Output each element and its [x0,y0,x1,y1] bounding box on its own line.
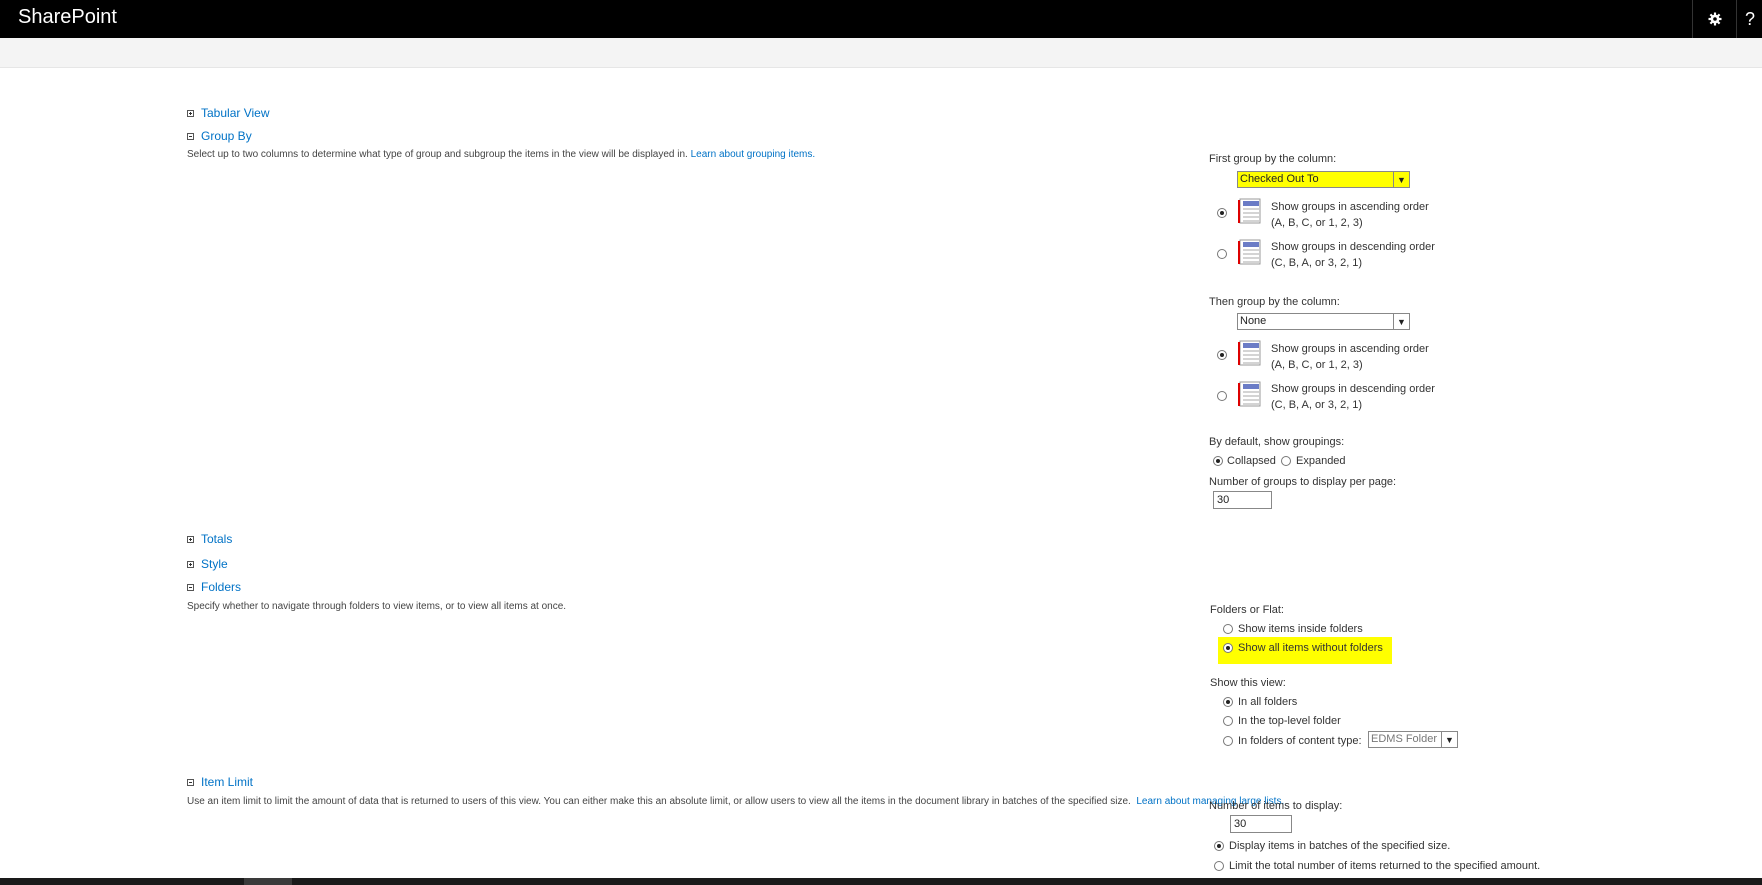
section-group-by[interactable]: Group By [187,129,252,143]
select-value: Checked Out To [1240,173,1319,185]
collapsed-radio[interactable] [1213,456,1223,466]
items-to-display-label: Number of items to display: [1209,800,1343,812]
limit-total-label: Limit the total number of items returned… [1229,860,1541,872]
section-item-limit[interactable]: Item Limit [187,775,253,789]
expand-icon [187,560,194,568]
groups-per-page-input[interactable]: 30 [1213,491,1272,509]
show-inside-folders-label: Show items inside folders [1238,623,1363,635]
show-this-view-label: Show this view: [1210,677,1286,689]
section-label: Item Limit [201,775,254,789]
then-group-label: Then group by the column: [1209,296,1340,308]
content-type-select[interactable]: EDMS Folder ▼ [1368,731,1458,748]
sort-ascending-icon [1238,198,1261,224]
content-type-radio[interactable] [1223,736,1233,746]
section-label: Group By [201,129,252,143]
chevron-down-icon: ▼ [1393,172,1409,187]
collapse-icon [187,778,194,786]
show-without-folders-label: Show all items without folders [1238,642,1383,654]
chevron-down-icon: ▼ [1441,732,1457,747]
sort-descending-icon [1238,381,1261,407]
gear-icon [1708,12,1722,26]
then-desc-radio[interactable] [1217,391,1227,401]
items-to-display-input[interactable]: 30 [1230,815,1292,833]
show-without-folders-radio[interactable] [1223,643,1233,653]
top-level-folder-radio[interactable] [1223,716,1233,726]
learn-grouping-link[interactable]: Learn about grouping items. [691,149,816,160]
section-tabular-view[interactable]: Tabular View [187,106,269,120]
select-value: None [1240,315,1267,327]
first-group-select[interactable]: Checked Out To ▼ [1237,171,1410,188]
then-group-select[interactable]: None ▼ [1237,313,1410,330]
batches-radio[interactable] [1214,841,1224,851]
limit-total-radio[interactable] [1214,861,1224,871]
collapsed-label: Collapsed [1227,455,1276,467]
in-all-folders-radio[interactable] [1223,697,1233,707]
suite-bar: SharePoint ? [0,0,1762,38]
first-asc-radio[interactable] [1217,208,1227,218]
bottom-bar [0,878,1762,885]
section-folders[interactable]: Folders [187,580,241,594]
item-limit-description: Use an item limit to limit the amount of… [187,796,1285,807]
show-inside-folders-radio[interactable] [1223,624,1233,634]
first-group-label: First group by the column: [1209,153,1337,165]
folders-flat-label: Folders or Flat: [1210,604,1284,616]
then-asc-label: Show groups in ascending order (A, B, C,… [1271,343,1429,371]
collapse-icon [187,132,194,140]
expanded-radio[interactable] [1281,456,1291,466]
section-style[interactable]: Style [187,557,228,571]
then-asc-radio[interactable] [1217,350,1227,360]
help-button[interactable]: ? [1736,0,1762,38]
section-label: Tabular View [201,106,270,120]
section-totals[interactable]: Totals [187,532,232,546]
first-asc-label: Show groups in ascending order (A, B, C,… [1271,201,1429,229]
in-all-folders-label: In all folders [1238,696,1298,708]
groups-per-page-label: Number of groups to display per page: [1209,476,1397,488]
group-by-description: Select up to two columns to determine wh… [187,149,816,160]
first-desc-label: Show groups in descending order (C, B, A… [1271,241,1435,269]
first-desc-radio[interactable] [1217,249,1227,259]
section-label: Totals [201,532,233,546]
collapse-icon [187,583,194,591]
sort-descending-icon [1238,239,1261,265]
expanded-label: Expanded [1296,455,1346,467]
select-value: EDMS Folder [1371,733,1438,745]
chevron-down-icon: ▼ [1393,314,1409,329]
settings-button[interactable] [1692,0,1737,38]
content-type-label: In folders of content type: [1238,735,1362,747]
section-label: Style [201,557,228,571]
top-level-folder-label: In the top-level folder [1238,715,1341,727]
section-label: Folders [201,580,242,594]
expand-icon [187,535,194,543]
sort-ascending-icon [1238,340,1261,366]
then-desc-label: Show groups in descending order (C, B, A… [1271,383,1435,411]
app-title[interactable]: SharePoint [18,6,117,29]
default-groupings-label: By default, show groupings: [1209,436,1345,448]
expand-icon [187,109,194,117]
ribbon-bar [0,38,1762,68]
folders-description: Specify whether to navigate through fold… [187,601,567,612]
batches-label: Display items in batches of the specifie… [1229,840,1451,852]
